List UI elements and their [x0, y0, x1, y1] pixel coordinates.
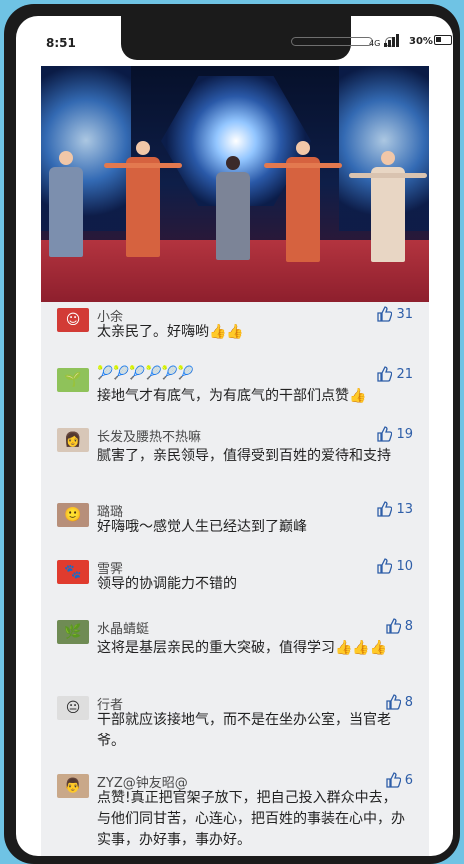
- thumbs-up-icon: [386, 618, 401, 634]
- like-count: 19: [396, 426, 413, 442]
- avatar[interactable]: 🙂: [57, 503, 89, 527]
- phone-frame: 8:51 4G 30% ☺ 小余 太亲民了。好嗨哟👍👍 31 🌱 🎾🎾🎾🎾🎾🎾 …: [4, 4, 460, 864]
- network-type: 4G: [369, 39, 381, 48]
- thumbs-up-icon: [377, 501, 393, 517]
- comment-list: ☺ 小余 太亲民了。好嗨哟👍👍 31 🌱 🎾🎾🎾🎾🎾🎾 接地气才有底气，为有底气…: [41, 302, 429, 856]
- like-count: 13: [396, 501, 413, 517]
- like-button[interactable]: 31: [376, 306, 413, 322]
- avatar[interactable]: 🌿: [57, 620, 89, 644]
- avatar[interactable]: ☺: [57, 308, 89, 332]
- signal-icon: [384, 34, 399, 47]
- thumbs-up-icon: [377, 426, 393, 442]
- like-count: 10: [396, 558, 413, 574]
- like-button[interactable]: 6: [385, 772, 413, 788]
- avatar[interactable]: 🌱: [57, 368, 89, 392]
- like-button[interactable]: 8: [385, 618, 413, 634]
- battery-percent: 30%: [409, 36, 433, 47]
- comment-text: 腻害了，亲民领导，值得受到百姓的爱待和支持: [97, 448, 391, 464]
- dancer: [104, 141, 182, 257]
- like-button[interactable]: 8: [385, 694, 413, 710]
- avatar[interactable]: 😐: [57, 696, 89, 720]
- like-count: 21: [396, 366, 413, 382]
- avatar[interactable]: 👨: [57, 774, 89, 798]
- avatar[interactable]: 👩: [57, 428, 89, 452]
- thumbs-up-icon: [377, 558, 393, 574]
- thumbs-up-icon: [377, 366, 393, 382]
- comment-text: 太亲民了。好嗨哟👍👍: [97, 324, 244, 340]
- dancer: [49, 151, 83, 257]
- avatar[interactable]: 🐾: [57, 560, 89, 584]
- battery-icon: [434, 35, 452, 45]
- stage-photo: [41, 66, 429, 302]
- comment-author[interactable]: 水晶蜻蜓: [97, 618, 149, 637]
- like-button[interactable]: 21: [376, 366, 413, 382]
- speaker-grille: [291, 37, 373, 46]
- phone-screen: 8:51 4G 30% ☺ 小余 太亲民了。好嗨哟👍👍 31 🌱 🎾🎾🎾🎾🎾🎾 …: [16, 16, 453, 856]
- thumbs-up-icon: [386, 694, 401, 710]
- comment-text: 这将是基层亲民的重大突破，值得学习👍👍👍: [97, 640, 388, 656]
- like-button[interactable]: 19: [376, 426, 413, 442]
- comment-text: 接地气才有底气，为有底气的干部们点赞👍: [97, 388, 367, 404]
- dancer: [349, 151, 427, 262]
- status-time: 8:51: [46, 36, 76, 50]
- comment-text: 干部就应该接地气，而不是在坐办公室，当官老爷。: [97, 712, 391, 749]
- comment-author[interactable]: 长发及腰热不热嘛: [97, 426, 201, 445]
- dancer: [216, 156, 250, 260]
- dancer: [264, 141, 342, 262]
- like-count: 31: [396, 306, 413, 322]
- thumbs-up-icon: [386, 772, 401, 788]
- like-count: 8: [404, 618, 413, 634]
- comment-text: 领导的协调能力不错的: [97, 576, 237, 592]
- comment-author[interactable]: 🎾🎾🎾🎾🎾🎾: [97, 366, 194, 381]
- thumbs-up-icon: [377, 306, 393, 322]
- phone-notch: [121, 16, 395, 60]
- comment-text: 点赞!真正把官架子放下，把自己投入群众中去，与他们同甘苦，心连心，把百姓的事装在…: [97, 790, 405, 848]
- like-button[interactable]: 13: [376, 501, 413, 517]
- like-count: 6: [404, 772, 413, 788]
- like-count: 8: [404, 694, 413, 710]
- like-button[interactable]: 10: [376, 558, 413, 574]
- comment-text: 好嗨哦～感觉人生已经达到了巅峰: [97, 519, 307, 535]
